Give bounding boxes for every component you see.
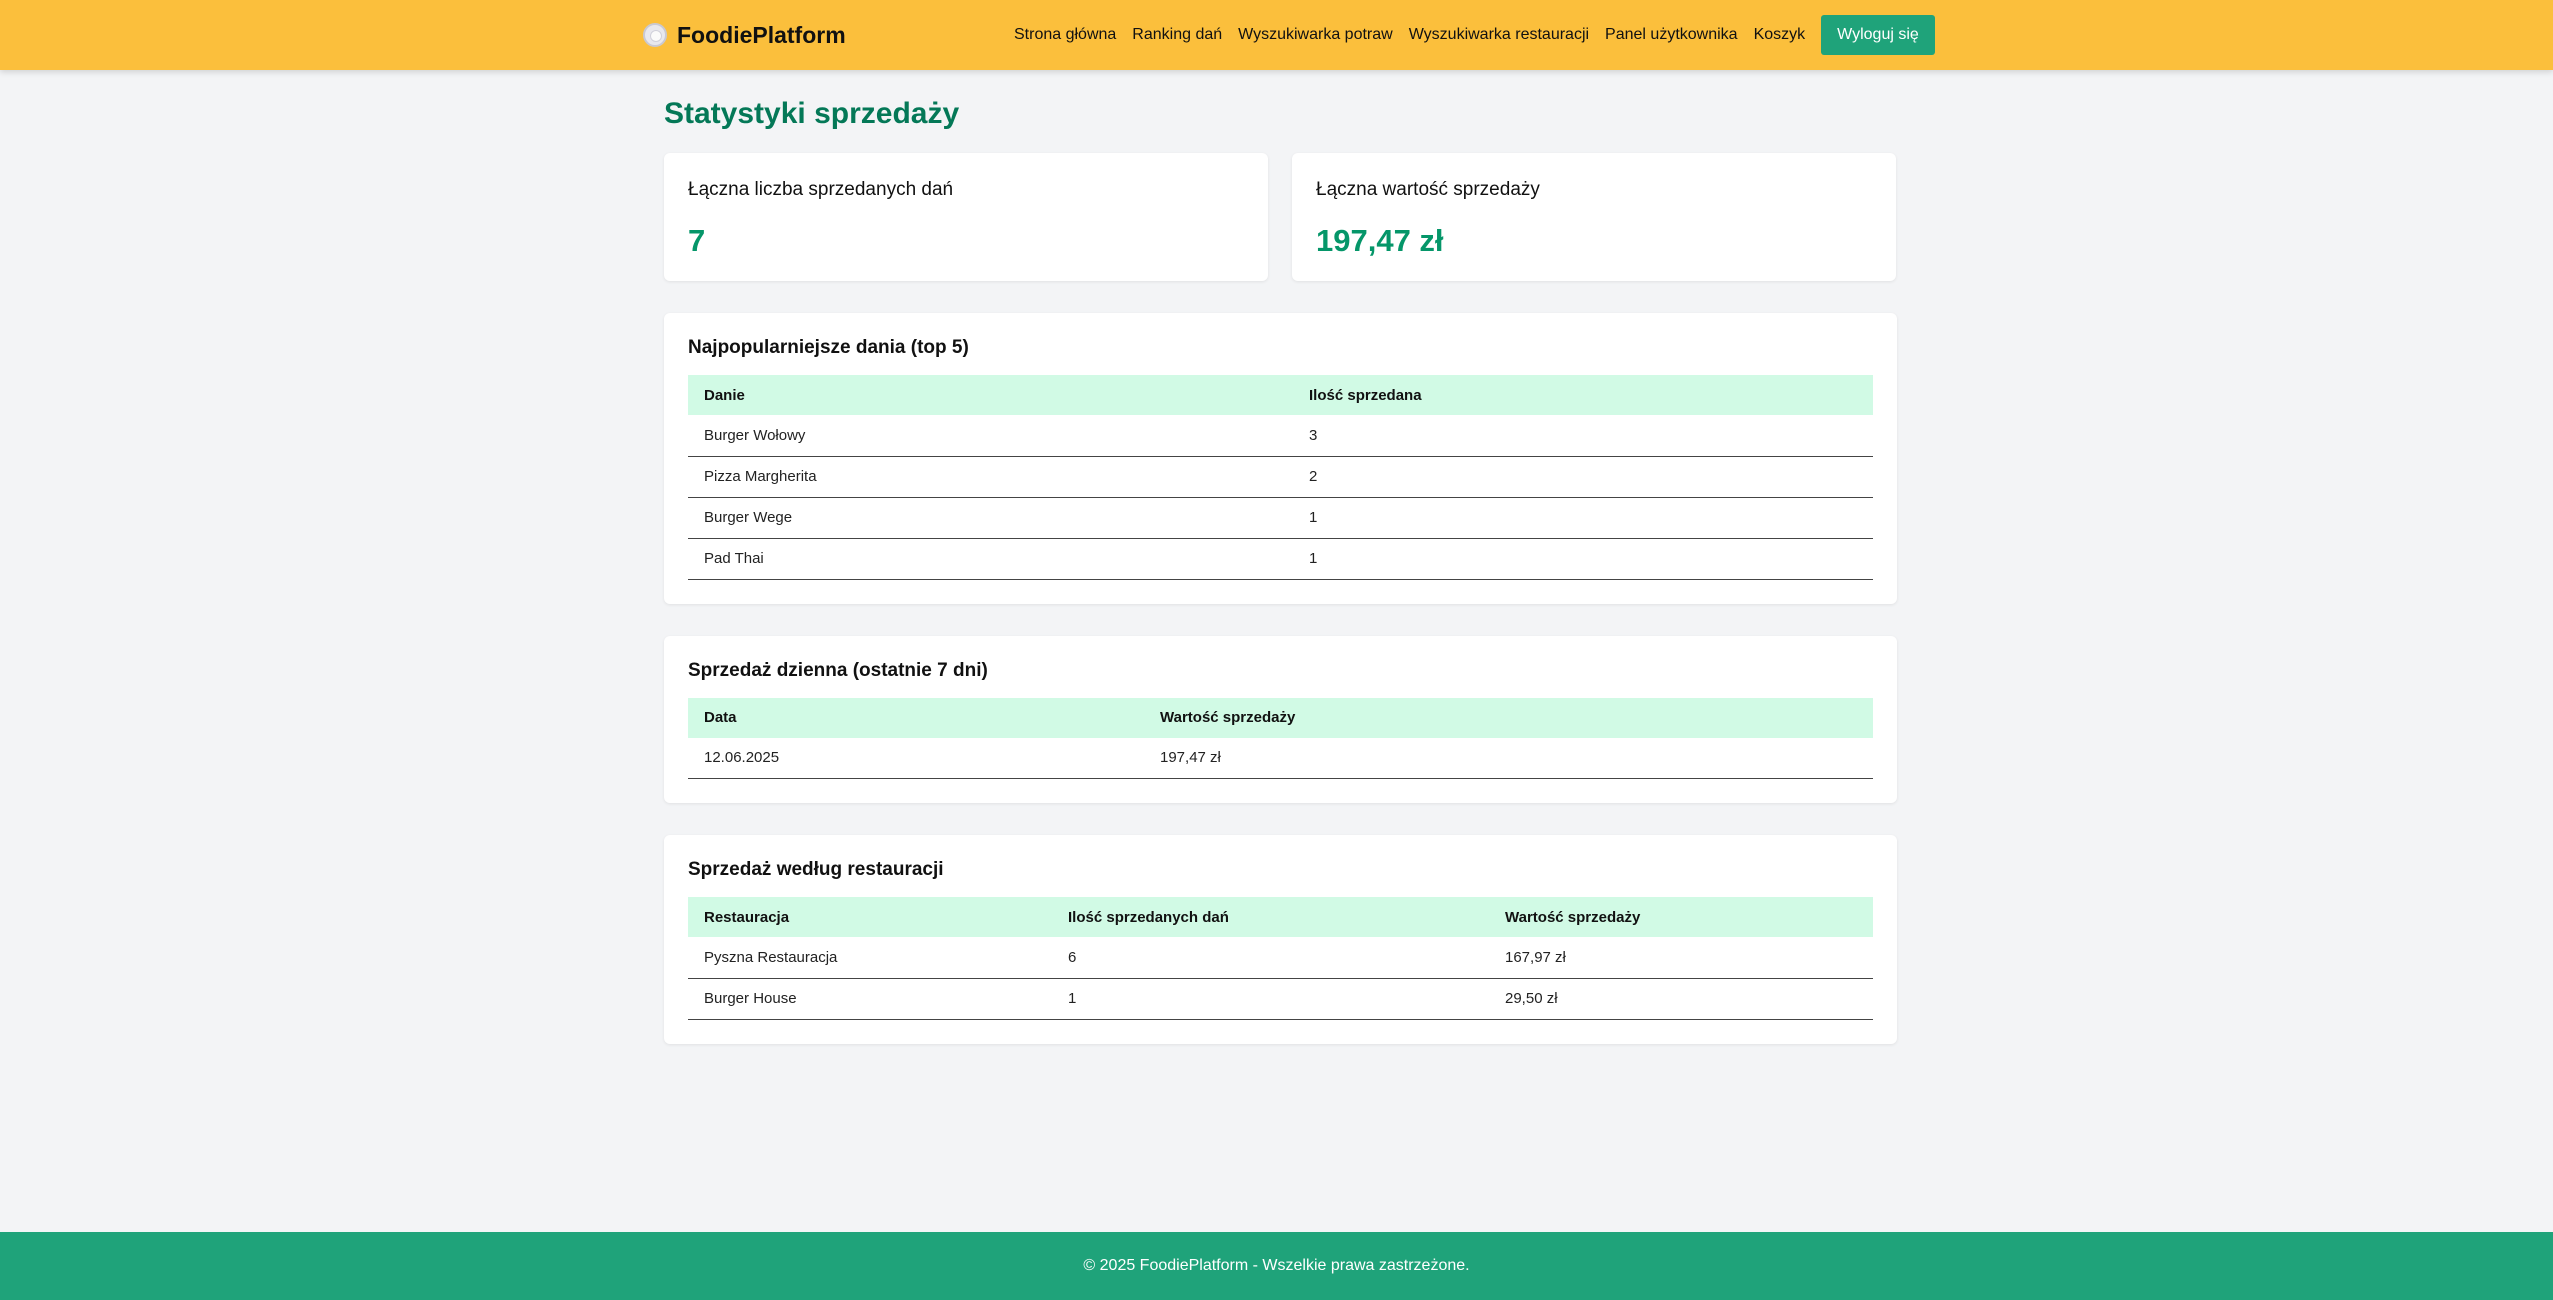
daily-sales-card: Sprzedaż dzienna (ostatnie 7 dni) Data W… [664,635,1897,803]
table-row: Pyszna Restauracja 6 167,97 zł [688,937,1873,979]
stats-row: Łączna liczba sprzedanych dań 7 Łączna w… [664,153,1897,281]
stat-label: Łączna wartość sprzedaży [1316,179,1540,200]
table-cell: Pyszna Restauracja [688,937,1052,979]
stat-value: 197,47 zł [1316,223,1444,258]
column-header: Ilość sprzedana [1309,386,1422,404]
stat-card-total-value: Łączna wartość sprzedaży 197,47 zł [1292,153,1896,281]
stat-label: Łączna liczba sprzedanych dań [688,179,954,200]
table-header-row: Data Wartość sprzedaży [688,697,1873,738]
nav-links: Strona główna Ranking dań Wyszukiwarka p… [1014,0,1935,70]
table-row: Burger House 1 29,50 zł [688,978,1873,1020]
table-row: Pizza Margherita 2 [688,456,1873,498]
table-cell: 6 [1052,937,1489,979]
main-content: Statystyki sprzedaży Łączna liczba sprze… [664,70,1897,1044]
section-title: Sprzedaż według restauracji [688,859,944,880]
top-dishes-card: Najpopularniejsze dania (top 5) Danie Il… [664,313,1897,604]
table-cell: 1 [1293,497,1873,539]
table-cell: 167,97 zł [1489,937,1873,979]
column-header: Ilość sprzedanych dań [1068,908,1229,926]
daily-sales-table: Data Wartość sprzedaży 12.06.2025 197,47… [688,697,1873,779]
page: FoodiePlatform Strona główna Ranking dań… [0,0,2553,1300]
table-row: 12.06.2025 197,47 zł [688,737,1873,779]
table-cell: Pad Thai [688,538,1293,580]
footer-copyright: © 2025 FoodiePlatform - Wszelkie prawa z… [1083,1257,1470,1274]
table-header-row: Restauracja Ilość sprzedanych dań Wartoś… [688,897,1873,937]
section-title: Najpopularniejsze dania (top 5) [688,337,969,358]
table-row: Burger Wege 1 [688,497,1873,539]
brand-logo-link[interactable]: FoodiePlatform [643,0,846,70]
footer: © 2025 FoodiePlatform - Wszelkie prawa z… [0,1232,2553,1300]
table-cell: Burger Wege [688,497,1293,539]
brand-name: FoodiePlatform [677,21,846,48]
nav-link-restaurant-search[interactable]: Wyszukiwarka restauracji [1409,26,1589,44]
table-cell: Burger House [688,978,1052,1020]
table-cell: 29,50 zł [1489,978,1873,1020]
table-cell: Burger Wołowy [688,415,1293,457]
table-cell: 2 [1293,456,1873,498]
column-header: Data [704,709,737,726]
table-row: Burger Wołowy 3 [688,415,1873,457]
table-cell: 3 [1293,415,1873,457]
stat-card-total-dishes: Łączna liczba sprzedanych dań 7 [664,153,1268,281]
nav-link-dish-ranking[interactable]: Ranking dań [1132,26,1222,44]
stat-value: 7 [688,223,706,258]
page-title: Statystyki sprzedaży [664,97,960,130]
navbar: FoodiePlatform Strona główna Ranking dań… [0,0,2553,70]
table-cell: 12.06.2025 [688,737,1144,779]
section-title: Sprzedaż dzienna (ostatnie 7 dni) [688,659,988,681]
table-header-row: Danie Ilość sprzedana [688,375,1873,415]
restaurant-sales-table: Restauracja Ilość sprzedanych dań Wartoś… [688,897,1873,1020]
nav-link-user-panel[interactable]: Panel użytkownika [1605,26,1738,44]
column-header: Wartość sprzedaży [1160,709,1296,726]
column-header: Wartość sprzedaży [1505,908,1641,926]
nav-link-cart[interactable]: Koszyk [1754,26,1806,44]
table-row: Pad Thai 1 [688,538,1873,580]
table-cell: 1 [1052,978,1489,1020]
table-cell: 1 [1293,538,1873,580]
nav-link-dish-search[interactable]: Wyszukiwarka potraw [1238,26,1393,44]
nav-link-home[interactable]: Strona główna [1014,26,1116,44]
logout-button[interactable]: Wyloguj się [1821,15,1935,55]
column-header: Restauracja [704,908,790,926]
table-cell: Pizza Margherita [688,456,1293,498]
table-cell: 197,47 zł [1144,737,1873,779]
column-header: Danie [704,386,745,404]
restaurant-sales-card: Sprzedaż według restauracji Restauracja … [664,835,1897,1044]
top-dishes-table: Danie Ilość sprzedana Burger Wołowy 3 Pi… [688,375,1873,580]
plate-icon [643,23,667,47]
